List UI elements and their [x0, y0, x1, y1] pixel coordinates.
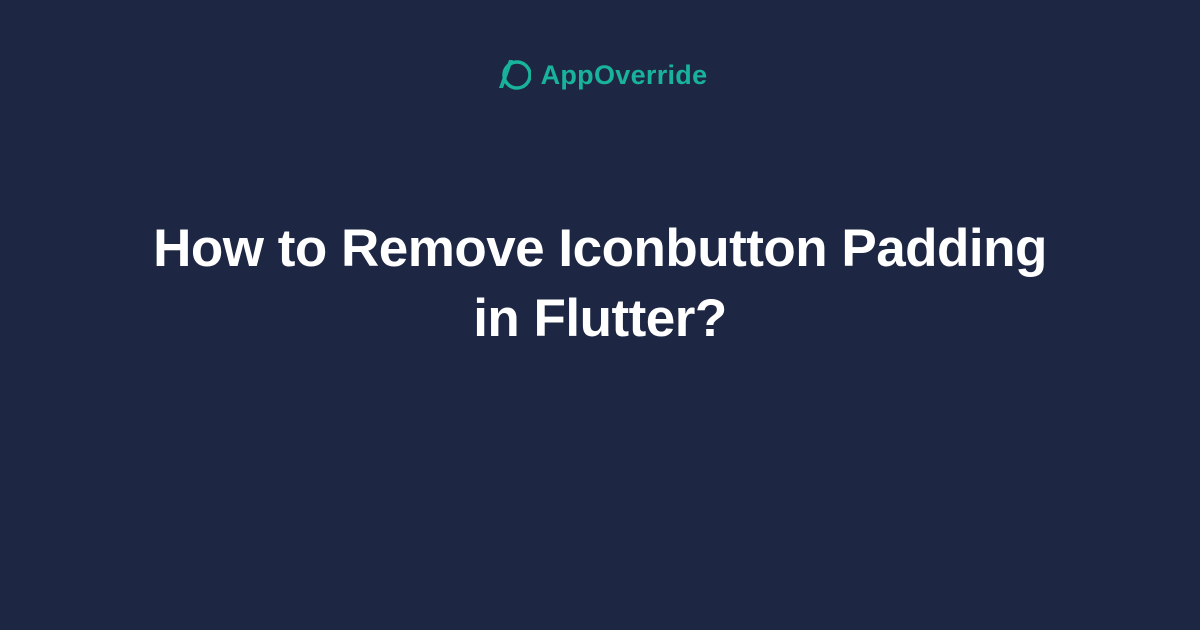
page-container: AppOverride How to Remove Iconbutton Pad…	[0, 0, 1200, 630]
brand-name: AppOverride	[541, 60, 708, 91]
brand-logo: AppOverride	[493, 56, 708, 94]
page-title: How to Remove Iconbutton Padding in Flut…	[150, 214, 1050, 354]
app-override-icon	[493, 56, 531, 94]
